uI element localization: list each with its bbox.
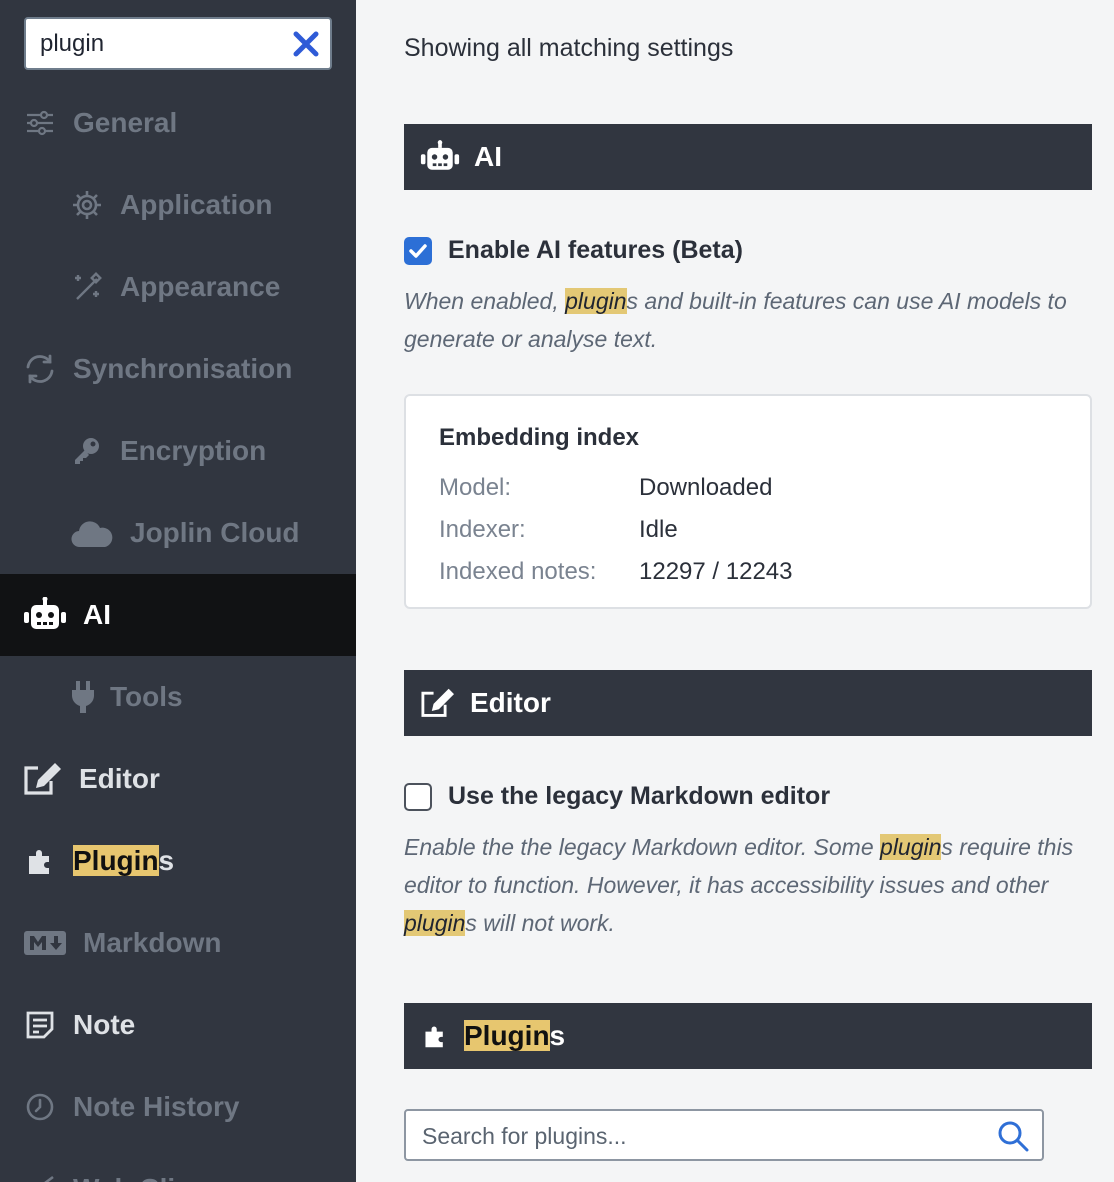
sidebar-item-synchronisation[interactable]: Synchronisation (0, 328, 356, 410)
enable-ai-checkbox-row[interactable]: Enable AI features (Beta) (404, 236, 743, 265)
sliders-icon (23, 106, 57, 140)
search-icon[interactable] (996, 1119, 1030, 1153)
plugin-search-box[interactable] (404, 1109, 1044, 1161)
sidebar-item-general[interactable]: General (0, 82, 356, 164)
section-header-ai: AI (404, 124, 1092, 190)
legacy-editor-checkbox[interactable] (404, 782, 432, 811)
sidebar-item-editor[interactable]: Editor (0, 738, 356, 820)
sidebar-item-label: Note (73, 1009, 136, 1040)
puzzle-icon (420, 1018, 450, 1054)
puzzle-icon (23, 844, 57, 878)
sidebar-item-label: Markdown (83, 927, 222, 958)
sidebar-item-label: Encryption (120, 435, 267, 466)
sidebar-item-label: Web Clipper (73, 1173, 236, 1182)
clipper-icon (23, 1172, 57, 1182)
sidebar-item-appearance[interactable]: Appearance (0, 246, 356, 328)
embedding-title: Embedding index (439, 424, 640, 451)
settings-search-input[interactable] (40, 28, 280, 60)
history-icon (23, 1090, 57, 1124)
sidebar-item-label: Plugins (73, 845, 175, 876)
sidebar-item-note[interactable]: Note (0, 984, 356, 1066)
plug-icon (66, 680, 100, 714)
sidebar-item-markdown[interactable]: Markdown (0, 902, 356, 984)
checkbox-label: Use the legacy Markdown editor (448, 782, 831, 810)
legacy-editor-checkbox-row[interactable]: Use the legacy Markdown editor (404, 782, 830, 811)
sidebar-item-application[interactable]: Application (0, 164, 356, 246)
cloud-icon (70, 516, 114, 550)
sidebar-item-label: Note History (73, 1091, 240, 1122)
sidebar-item-label: Tools (110, 681, 183, 712)
checkbox-label: Enable AI features (Beta) (448, 236, 743, 264)
sidebar-item-label: AI (83, 599, 111, 630)
markdown-icon (23, 926, 67, 960)
section-header-plugins: Plugins (404, 1003, 1092, 1069)
sidebar-item-note-history[interactable]: Note History (0, 1066, 356, 1148)
sidebar-item-label: Editor (79, 763, 160, 794)
sidebar-item-tools[interactable]: Tools (0, 656, 356, 738)
section-title: Plugins (464, 1020, 566, 1051)
robot-icon (23, 597, 67, 632)
section-header-editor: Editor (404, 670, 1092, 736)
note-icon (23, 1008, 57, 1042)
sidebar-item-label: Application (120, 189, 273, 220)
edit-icon (420, 685, 456, 721)
clear-icon[interactable] (290, 28, 322, 60)
sidebar-item-label: Appearance (120, 271, 281, 302)
gear-icon (70, 188, 104, 222)
sidebar-item-web-clipper[interactable]: Web Clipper (0, 1148, 356, 1182)
section-title: Editor (470, 687, 551, 718)
robot-icon (420, 139, 460, 175)
edit-icon (23, 762, 63, 796)
settings-main: Showing all matching settings AI Enable … (356, 0, 1114, 1182)
sidebar-item-label: Synchronisation (73, 353, 293, 384)
results-intro: Showing all matching settings (404, 34, 734, 62)
enable-ai-checkbox[interactable] (404, 236, 432, 265)
embedding-index-card: Embedding index Model: Downloaded Indexe… (404, 394, 1092, 609)
sidebar-item-label: Joplin Cloud (130, 517, 300, 548)
sidebar-item-plugins[interactable]: Plugins (0, 820, 356, 902)
sidebar: General Application Appearance Synchroni… (0, 0, 356, 1182)
sidebar-item-joplin-cloud[interactable]: Joplin Cloud (0, 492, 356, 574)
section-title: AI (474, 141, 502, 172)
sidebar-item-ai[interactable]: AI (0, 574, 356, 656)
editor-description: Enable the the legacy Markdown editor. S… (404, 834, 1074, 936)
sidebar-item-label: General (73, 107, 178, 138)
magic-wand-icon (70, 270, 104, 304)
settings-search-box[interactable] (24, 17, 332, 70)
key-icon (70, 434, 104, 468)
plugin-search-input[interactable] (422, 1119, 982, 1153)
sidebar-item-encryption[interactable]: Encryption (0, 410, 356, 492)
sync-icon (23, 352, 57, 386)
ai-description: When enabled, plugins and built-in featu… (404, 288, 1067, 352)
